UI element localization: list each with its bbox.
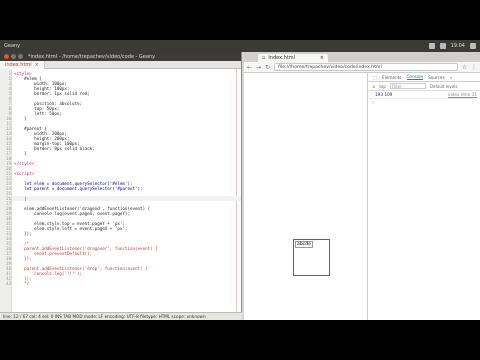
- code-line: }: [14, 116, 27, 121]
- minimize-window-icon[interactable]: [11, 54, 16, 59]
- back-icon[interactable]: ←: [247, 64, 252, 71]
- page-icon: ▫: [262, 55, 266, 61]
- volume-icon[interactable]: [439, 43, 446, 49]
- current-line-highlight: [12, 196, 241, 201]
- browser-tab[interactable]: ▫ index.html ×: [258, 54, 328, 62]
- code-line: |: [14, 196, 27, 201]
- more-tabs-icon[interactable]: »: [450, 75, 453, 80]
- active-app-name: Geany: [4, 43, 21, 49]
- geany-statusbar: line: 12 / 67 col: 4 sel: 0 INS TAB MOD …: [0, 312, 242, 320]
- power-icon[interactable]: [470, 43, 476, 49]
- code-line: console.log(event.pageX, event.pageY);: [14, 211, 130, 216]
- browser-window: ▫ index.html × ← → ↻ file:///home/trepac…: [244, 52, 480, 320]
- long-line-marker: [236, 69, 237, 312]
- address-bar[interactable]: file:///home/trepachev/video/code/index.…: [274, 63, 458, 71]
- close-tab-icon[interactable]: ×: [35, 62, 39, 68]
- code-line: });: [14, 256, 32, 261]
- code-line: });: [14, 231, 32, 236]
- inspect-icon[interactable]: ⬚: [373, 75, 377, 80]
- console-toolbar: ⊘ top Filter Default levels: [369, 82, 480, 91]
- line-number: 43: [6, 281, 11, 286]
- browser-toolbar: ← → ↻ file:///home/trepachev/video/code/…: [244, 62, 480, 73]
- tab-sources[interactable]: Sources: [428, 75, 445, 80]
- editor-tabbar: index.html ×: [0, 60, 241, 69]
- code-line: let parent = document.querySelector('#pa…: [14, 186, 143, 191]
- console-message: 193 109 index.html:31: [369, 91, 480, 99]
- network-icon[interactable]: [428, 43, 435, 49]
- reload-icon[interactable]: ↻: [265, 64, 270, 71]
- tab-index-html[interactable]: index.html ×: [0, 60, 45, 69]
- code-line: */: [14, 281, 30, 286]
- maximize-window-icon[interactable]: [18, 54, 23, 59]
- forward-icon[interactable]: →: [256, 64, 261, 71]
- page-viewport: abcde: [244, 73, 368, 320]
- draggable-elem[interactable]: abcde: [293, 239, 330, 276]
- geany-window: *index.html - /home/trepachev/video/code…: [0, 52, 242, 320]
- address-bar-url: file:///home/trepachev/video/code/index.…: [278, 64, 382, 70]
- code-editor[interactable]: 1 <style> 2 #elem {3 width: 100px; 4 height…: [0, 69, 241, 312]
- console-prompt[interactable]: ›: [369, 99, 480, 107]
- browser-tabbar: ▫ index.html ×: [244, 52, 480, 62]
- devtools-tabs: ⬚ Elements Console Sources »: [369, 73, 480, 82]
- tab-elements[interactable]: Elements: [382, 75, 402, 80]
- elem-text: abcde: [295, 241, 313, 248]
- tab-console[interactable]: Console: [406, 74, 424, 80]
- desktop: Geany 19:04 *index.html - /home/trepache…: [0, 40, 480, 320]
- context-select[interactable]: top: [379, 84, 386, 89]
- top-panel: Geany 19:04: [0, 40, 480, 52]
- console-values: 193 109: [375, 92, 393, 97]
- geany-title: *index.html - /home/trepachev/video/code…: [28, 53, 156, 60]
- code-line: }: [14, 151, 27, 156]
- tab-label: index.html: [5, 61, 32, 68]
- log-levels-select[interactable]: Default levels: [430, 84, 457, 89]
- system-tray: 19:04: [428, 43, 476, 49]
- bookmark-star-icon[interactable]: ☆: [462, 64, 467, 71]
- clock[interactable]: 19:04: [451, 43, 465, 49]
- console-filter-input[interactable]: Filter: [389, 83, 426, 89]
- close-window-icon[interactable]: [4, 54, 9, 59]
- devtools-panel: ⬚ Elements Console Sources » ⊘ top Filte…: [369, 73, 480, 320]
- browser-menu-icon[interactable]: ⋮: [471, 64, 477, 71]
- console-source-link[interactable]: index.html:31: [448, 92, 477, 97]
- video-frame: Geany 19:04 *index.html - /home/trepache…: [0, 0, 480, 360]
- browser-tab-title: index.html: [268, 55, 296, 61]
- code-line: border: 1px solid red;: [14, 91, 90, 96]
- code-line: <script>: [14, 171, 35, 176]
- clear-console-icon[interactable]: ⊘: [372, 84, 375, 89]
- close-tab-icon[interactable]: ×: [320, 55, 324, 61]
- code-line: </style>: [14, 161, 35, 166]
